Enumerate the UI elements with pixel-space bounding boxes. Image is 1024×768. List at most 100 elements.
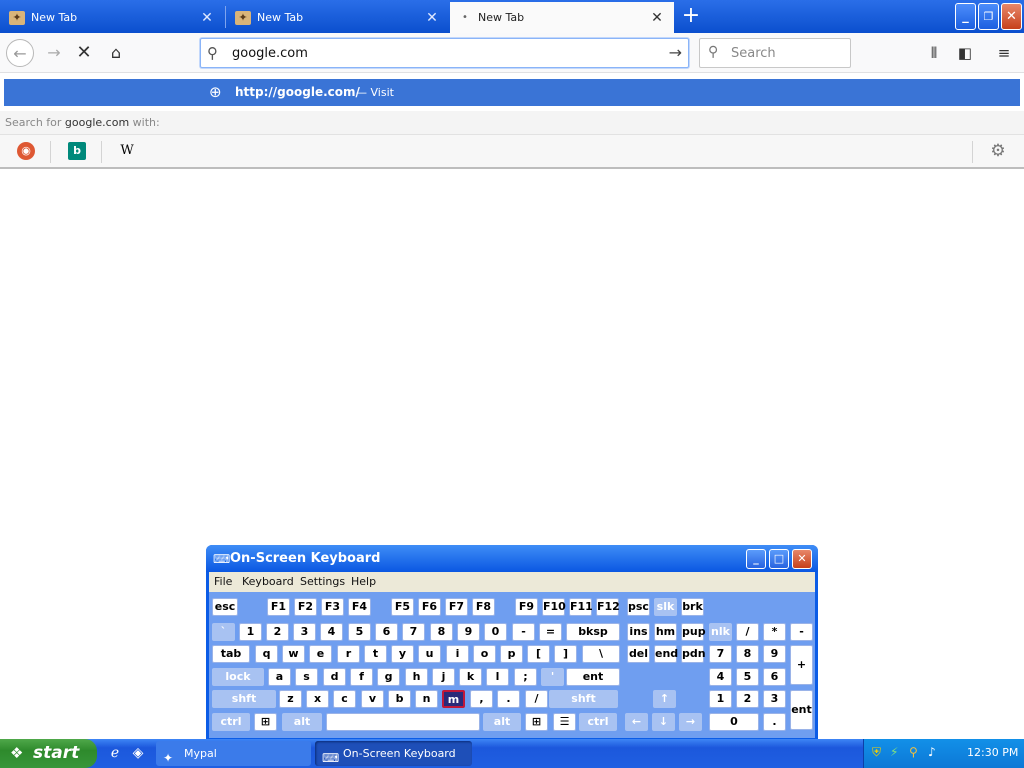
osk-key-u39[interactable]: ' (541, 668, 564, 686)
osk-key-6[interactable]: 6 (763, 668, 786, 686)
osk-key-j[interactable]: j (432, 668, 455, 686)
osk-key-end[interactable]: end (654, 645, 678, 663)
osk-key-u92[interactable]: \ (582, 645, 620, 663)
osk-key-F2[interactable]: F2 (294, 598, 317, 616)
osk-key-u43[interactable]: + (790, 645, 813, 685)
osk-key-u8594[interactable]: → (679, 713, 702, 731)
osk-key-F12[interactable]: F12 (596, 598, 620, 616)
osk-key-o[interactable]: o (473, 645, 496, 663)
osk-key-q[interactable]: q (255, 645, 278, 663)
osk-key-5[interactable]: 5 (348, 623, 371, 641)
osk-key-c[interactable]: c (333, 690, 356, 708)
tab-1[interactable]: ✦ New Tab ✕ (0, 2, 224, 33)
osk-key-u8862[interactable]: ⊞ (525, 713, 548, 731)
osk-key-u9776[interactable]: ☰ (553, 713, 576, 731)
osk-key-F9[interactable]: F9 (515, 598, 538, 616)
sidebar-icon[interactable]: ◧ (955, 43, 975, 63)
start-button[interactable]: ❖ start (0, 739, 97, 768)
osk-key-u45[interactable]: - (512, 623, 535, 641)
osk-key-u8595[interactable]: ↓ (652, 713, 675, 731)
osk-key-u42[interactable]: * (763, 623, 786, 641)
quick-launch-app-icon[interactable]: ◈ (129, 744, 147, 762)
osk-key-0[interactable]: 0 (484, 623, 507, 641)
osk-key-shft[interactable]: shft (212, 690, 276, 708)
osk-key-F8[interactable]: F8 (472, 598, 495, 616)
osk-key-m[interactable]: m (442, 690, 465, 708)
osk-key-t[interactable]: t (364, 645, 387, 663)
volume-icon[interactable]: ♪ (928, 745, 936, 759)
address-bar[interactable]: ⚲ → (200, 38, 689, 68)
tab-2[interactable]: ✦ New Tab ✕ (226, 2, 449, 33)
osk-key-f[interactable]: f (350, 668, 373, 686)
osk-minimize-button[interactable]: _ (746, 549, 766, 569)
osk-key-u46[interactable]: . (497, 690, 520, 708)
osk-key-alt[interactable]: alt (483, 713, 521, 731)
osk-key-5[interactable]: 5 (736, 668, 759, 686)
osk-key-hm[interactable]: hm (654, 623, 677, 641)
back-button[interactable]: ← (6, 39, 34, 67)
osk-key-u59[interactable]: ; (514, 668, 537, 686)
duckduckgo-icon[interactable]: ◉ (17, 142, 35, 160)
osk-key-6[interactable]: 6 (375, 623, 398, 641)
osk-key-slk[interactable]: slk (654, 598, 677, 616)
restore-button[interactable]: ❐ (978, 3, 999, 30)
osk-key-g[interactable]: g (377, 668, 400, 686)
osk-key-l[interactable]: l (486, 668, 509, 686)
osk-key-u46[interactable]: . (763, 713, 786, 731)
osk-key-F6[interactable]: F6 (418, 598, 441, 616)
osk-key-e[interactable]: e (309, 645, 332, 663)
home-button[interactable]: ⌂ (102, 39, 130, 67)
osk-key-z[interactable]: z (279, 690, 302, 708)
osk-key-4[interactable]: 4 (709, 668, 732, 686)
osk-key-2[interactable]: 2 (266, 623, 289, 641)
internet-explorer-icon[interactable]: ℯ (106, 744, 124, 762)
osk-key-del[interactable]: del (627, 645, 650, 663)
osk-key-F11[interactable]: F11 (569, 598, 593, 616)
osk-close-button[interactable]: ✕ (792, 549, 812, 569)
library-icon[interactable]: ⫴ (924, 43, 944, 63)
osk-key-nlk[interactable]: nlk (709, 623, 732, 641)
menu-help[interactable]: Help (351, 575, 376, 588)
osk-key-u8592[interactable]: ← (625, 713, 648, 731)
new-tab-button[interactable]: + (680, 5, 702, 28)
osk-title-bar[interactable]: ⌨ On-Screen Keyboard _ □ ✕ (206, 545, 818, 572)
osk-key-pdn[interactable]: pdn (681, 645, 706, 663)
osk-key-pup[interactable]: pup (681, 623, 706, 641)
osk-key-2[interactable]: 2 (736, 690, 759, 708)
osk-key-v[interactable]: v (361, 690, 384, 708)
osk-key-F7[interactable]: F7 (445, 598, 468, 616)
osk-key-w[interactable]: w (282, 645, 305, 663)
search-bar[interactable]: ⚲ (699, 38, 851, 68)
forward-button[interactable]: → (40, 39, 68, 67)
osk-key-u93[interactable]: ] (554, 645, 577, 663)
osk-key-u44[interactable]: , (470, 690, 493, 708)
close-tab-icon[interactable]: ✕ (649, 10, 665, 26)
close-tab-icon[interactable]: ✕ (424, 10, 440, 26)
osk-key-brk[interactable]: brk (681, 598, 704, 616)
search-input[interactable] (731, 44, 841, 62)
osk-key-1[interactable]: 1 (239, 623, 262, 641)
osk-key-F5[interactable]: F5 (391, 598, 414, 616)
osk-key-i[interactable]: i (446, 645, 469, 663)
osk-key-alt[interactable]: alt (282, 713, 322, 731)
osk-key-s[interactable]: s (295, 668, 318, 686)
osk-key-u[interactable]: u (418, 645, 441, 663)
osk-key-0[interactable]: 0 (709, 713, 759, 731)
go-arrow-icon[interactable]: → (669, 43, 682, 62)
osk-key-b[interactable]: b (388, 690, 411, 708)
osk-key-k[interactable]: k (459, 668, 482, 686)
menu-settings[interactable]: Settings (300, 575, 345, 588)
url-input[interactable] (232, 43, 652, 63)
osk-key-F10[interactable]: F10 (542, 598, 566, 616)
network-icon[interactable]: ⚡ (890, 745, 898, 759)
osk-key-F4[interactable]: F4 (348, 598, 371, 616)
osk-key-bksp[interactable]: bksp (566, 623, 620, 641)
security-shield-icon[interactable]: ⛨ (872, 745, 881, 760)
taskbar-button-mypal[interactable]: ✦ Mypal (156, 741, 311, 766)
gear-icon[interactable]: ⚙ (989, 142, 1007, 160)
osk-key-p[interactable]: p (500, 645, 523, 663)
wikipedia-icon[interactable]: W (118, 142, 136, 160)
close-tab-icon[interactable]: ✕ (199, 10, 215, 26)
osk-key-h[interactable]: h (405, 668, 428, 686)
osk-key-psc[interactable]: psc (627, 598, 650, 616)
